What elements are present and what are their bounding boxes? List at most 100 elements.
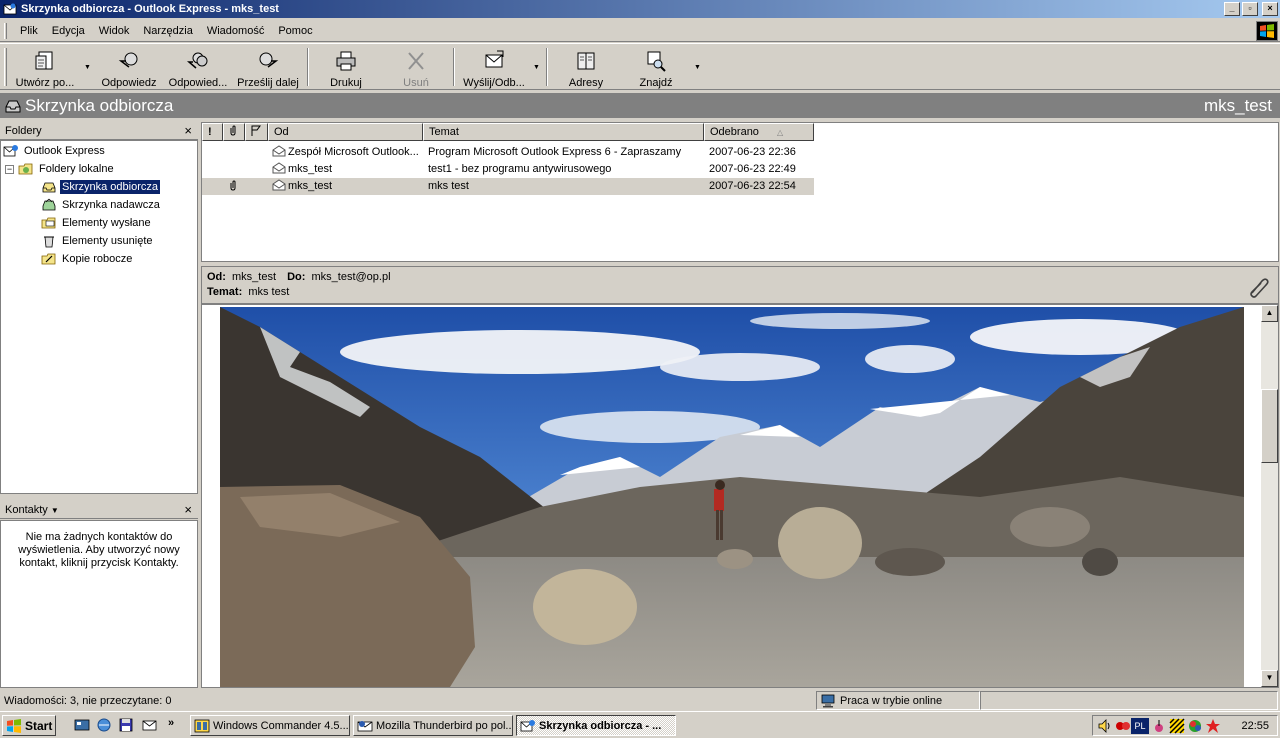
column-flag[interactable] — [245, 123, 268, 141]
tree-item-outlook-express[interactable]: Outlook Express — [3, 142, 107, 160]
preview-header: Od: mks_test Do: mks_test@op.pl Temat: m… — [201, 266, 1279, 304]
create-dropdown-arrow[interactable]: ▼ — [84, 64, 91, 71]
find-button[interactable]: Znajdź — [626, 46, 686, 89]
addresses-button[interactable]: Adresy — [556, 46, 616, 89]
column-attachment[interactable] — [223, 123, 245, 141]
menu-grip[interactable] — [4, 22, 7, 39]
tray-warning-icon[interactable] — [1169, 718, 1185, 734]
reply-button[interactable]: Odpowiedz — [98, 46, 160, 89]
start-button[interactable]: Start — [2, 715, 56, 736]
tree-item-sent-items[interactable]: Elementy wysłane — [41, 214, 153, 232]
column-received[interactable]: Odebrano △ — [704, 123, 814, 141]
close-button[interactable]: × — [1262, 2, 1278, 16]
find-dropdown-arrow[interactable]: ▼ — [694, 64, 701, 71]
quicklaunch-desktop-icon[interactable] — [74, 717, 90, 733]
toolbar-grip[interactable] — [4, 48, 7, 86]
thunderbird-icon — [357, 718, 373, 734]
tray-antivirus-icon[interactable] — [1187, 718, 1203, 734]
create-mail-button[interactable]: Utwórz po... — [12, 46, 78, 89]
language-indicator[interactable]: PL — [1131, 718, 1149, 734]
preview-from-label: Od: — [207, 271, 226, 283]
chevron-down-icon: ▼ — [50, 505, 59, 515]
identity-name: mks_test — [1203, 95, 1272, 115]
forward-button[interactable]: Prześlij dalej — [236, 46, 300, 89]
volume-icon[interactable] — [1097, 718, 1113, 734]
message-list: ! Od Temat Odebrano △ Zespół Microsoft O… — [201, 122, 1279, 262]
message-row[interactable]: Zespół Microsoft Outlook... Program Micr… — [202, 144, 814, 161]
menu-narzedzia[interactable]: Narzędzia — [136, 23, 200, 39]
envelope-open-icon — [272, 145, 286, 160]
delete-button[interactable]: Usuń — [386, 46, 446, 89]
attachment-paperclip-icon — [229, 180, 237, 194]
scroll-down-button[interactable]: ▼ — [1261, 670, 1278, 687]
folders-close-button[interactable]: × — [184, 123, 192, 138]
task-windows-commander[interactable]: Windows Commander 4.5... — [190, 715, 350, 736]
new-mail-icon — [33, 49, 57, 73]
folder-tree: Outlook Express − Foldery lokalne Skrzyn… — [0, 140, 198, 494]
message-row-selected[interactable]: mks_test mks test 2007-06-23 22:54 — [202, 178, 814, 195]
tree-item-deleted-items[interactable]: Elementy usunięte — [41, 232, 155, 250]
tray-network-icon[interactable] — [1151, 718, 1167, 734]
message-subject: Program Microsoft Outlook Express 6 - Za… — [428, 146, 682, 158]
tray-alert-icon[interactable] — [1205, 718, 1221, 734]
tree-item-outbox[interactable]: Skrzynka nadawcza — [41, 196, 162, 214]
menu-pomoc[interactable]: Pomoc — [271, 23, 319, 39]
print-button[interactable]: Drukuj — [316, 46, 376, 89]
preview-body: ▲ ▼ — [201, 304, 1279, 688]
scroll-thumb[interactable] — [1261, 389, 1278, 463]
message-from: mks_test — [288, 180, 333, 192]
preview-to: mks_test@op.pl — [311, 271, 391, 283]
folders-pane: Foldery × — [0, 122, 198, 140]
toolbar-separator — [453, 48, 455, 86]
contacts-close-button[interactable]: × — [184, 502, 192, 517]
send-receive-button[interactable]: Wyślij/Odb... — [460, 46, 528, 89]
contacts-empty-message: Nie ma żadnych kontaktów do wyświetlenia… — [18, 531, 180, 569]
tray-app-icon[interactable] — [1115, 718, 1131, 734]
status-message-count: Wiadomości: 3, nie przeczytane: 0 — [4, 694, 172, 707]
menu-wiadomosc[interactable]: Wiadomość — [200, 23, 271, 39]
menu-widok[interactable]: Widok — [92, 23, 137, 39]
task-outlook-express[interactable]: Skrzynka odbiorcza - ... — [516, 715, 676, 736]
toolbar-separator — [546, 48, 548, 86]
quicklaunch-save-icon[interactable] — [118, 717, 134, 733]
preview-subject-label: Temat: — [207, 286, 243, 298]
contacts-menu-button[interactable]: Kontakty ▼ — [5, 504, 59, 516]
scroll-up-button[interactable]: ▲ — [1261, 305, 1278, 322]
attachment-paperclip-icon[interactable] — [1246, 275, 1270, 299]
tree-item-inbox[interactable]: Skrzynka odbiorcza — [41, 178, 161, 196]
maximize-button[interactable]: ▫ — [1242, 2, 1258, 16]
task-mozilla-thunderbird[interactable]: Mozilla Thunderbird po pol... — [353, 715, 513, 736]
column-subject[interactable]: Temat — [423, 123, 704, 141]
outlook-express-icon — [3, 2, 17, 16]
title-bar[interactable]: Skrzynka odbiorcza - Outlook Express - m… — [0, 0, 1280, 18]
tree-expander[interactable]: − — [5, 164, 14, 174]
reply-all-button[interactable]: Odpowied... — [166, 46, 230, 89]
flag-icon — [251, 125, 261, 139]
tree-item-local-folders[interactable]: − Foldery lokalne — [5, 160, 116, 178]
local-folders-icon — [18, 161, 34, 177]
paperclip-icon — [229, 125, 237, 139]
sort-ascending-icon: △ — [776, 127, 784, 137]
find-icon — [644, 49, 668, 73]
send-receive-dropdown-arrow[interactable]: ▼ — [533, 64, 540, 71]
column-priority[interactable]: ! — [202, 123, 223, 141]
status-online: Praca w trybie online — [816, 691, 980, 710]
menu-plik[interactable]: Plik — [13, 23, 45, 39]
menu-edycja[interactable]: Edycja — [45, 23, 92, 39]
quicklaunch-more-button[interactable]: » — [168, 717, 184, 733]
minimize-button[interactable]: _ — [1224, 2, 1240, 16]
windows-flag-icon — [6, 718, 22, 733]
clock[interactable]: 22:55 — [1241, 720, 1269, 732]
contacts-header: Kontakty ▼ × — [0, 501, 198, 519]
printer-icon — [334, 49, 358, 73]
quicklaunch-explorer-icon[interactable] — [96, 717, 112, 733]
address-book-icon — [574, 49, 598, 73]
sent-items-icon — [41, 215, 57, 231]
quicklaunch-outlook-icon[interactable] — [142, 717, 158, 733]
column-from[interactable]: Od — [268, 123, 423, 141]
message-row[interactable]: mks_test test1 - bez programu antywiruso… — [202, 161, 814, 178]
tree-item-drafts[interactable]: Kopie robocze — [41, 250, 134, 268]
preview-scrollbar[interactable]: ▲ ▼ — [1261, 305, 1278, 687]
message-received: 2007-06-23 22:49 — [709, 163, 796, 175]
window-title: Skrzynka odbiorcza - Outlook Express - m… — [21, 3, 279, 15]
